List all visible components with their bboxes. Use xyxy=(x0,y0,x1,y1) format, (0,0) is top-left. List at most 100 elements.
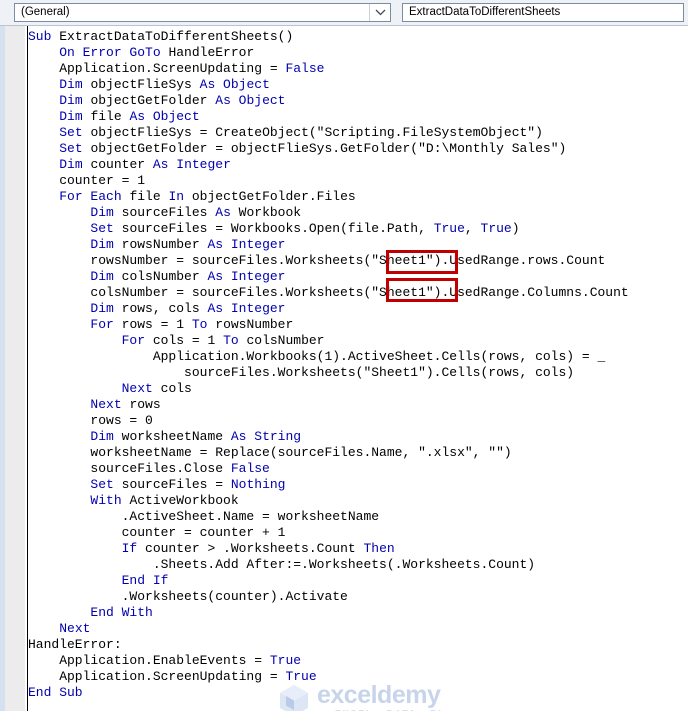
code-keyword: Then xyxy=(363,541,395,556)
code-line: Set sourceFiles = Workbooks.Open(file.Pa… xyxy=(28,221,688,237)
code-text: colsNumber xyxy=(121,269,208,284)
code-line: counter = counter + 1 xyxy=(28,525,688,541)
code-line: Sub ExtractDataToDifferentSheets() xyxy=(28,29,688,45)
code-text: Application.Workbooks(1).ActiveSheet.Cel… xyxy=(28,349,606,364)
code-text: colsNumber xyxy=(246,333,325,348)
code-text: rows xyxy=(129,397,161,412)
code-text: sourceFiles xyxy=(121,205,216,220)
code-keyword: Dim xyxy=(59,157,91,172)
code-keyword: Set xyxy=(90,477,122,492)
object-dropdown-value: (General) xyxy=(21,6,70,18)
code-keyword: As Object xyxy=(129,109,200,124)
code-line: Dim counter As Integer xyxy=(28,157,688,173)
code-text: Application.ScreenUpdating = xyxy=(28,669,286,684)
code-text: .Worksheets(counter).Activate xyxy=(28,589,348,604)
code-keyword: True xyxy=(269,653,302,668)
code-line: Dim sourceFiles As Workbook xyxy=(28,205,688,221)
code-text: counter > .Worksheets.Count xyxy=(145,541,364,556)
code-keyword: Next xyxy=(59,621,91,636)
code-text: HandleError: xyxy=(28,637,122,652)
code-keyword: End With xyxy=(90,605,153,620)
code-line: If counter > .Worksheets.Count Then xyxy=(28,541,688,557)
code-keyword: As xyxy=(215,205,239,220)
code-keyword: On Error GoTo xyxy=(59,45,169,60)
code-text: .Sheets.Add After:=.Worksheets(.Workshee… xyxy=(28,557,536,572)
code-keyword: False xyxy=(285,61,325,76)
code-keyword: Dim xyxy=(59,109,91,124)
code-text: counter = counter + 1 xyxy=(28,525,286,540)
code-line: sourceFiles.Worksheets("Sheet1").Cells(r… xyxy=(28,365,688,381)
code-line: Dim objectFlieSys As Object xyxy=(28,77,688,93)
code-text: file xyxy=(129,189,169,204)
code-line: Dim rowsNumber As Integer xyxy=(28,237,688,253)
code-line: .Sheets.Add After:=.Worksheets(.Workshee… xyxy=(28,557,688,573)
code-keyword: As Integer xyxy=(152,157,231,172)
code-text: file xyxy=(90,109,130,124)
code-line: .Worksheets(counter).Activate xyxy=(28,589,688,605)
procedure-dropdown-value: ExtractDataToDifferentSheets xyxy=(409,6,561,18)
code-line: End Sub xyxy=(28,685,688,701)
code-text: objectFlieSys = CreateObject("Scripting.… xyxy=(90,125,543,140)
code-line: Set sourceFiles = Nothing xyxy=(28,477,688,493)
code-line: For Each file In objectGetFolder.Files xyxy=(28,189,688,205)
code-keyword: True xyxy=(285,669,317,684)
code-line: counter = 1 xyxy=(28,173,688,189)
code-text-area[interactable]: Sub ExtractDataToDifferentSheets() On Er… xyxy=(28,29,688,712)
code-pane[interactable]: Sub ExtractDataToDifferentSheets() On Er… xyxy=(0,26,688,712)
code-line: worksheetName = Replace(sourceFiles.Name… xyxy=(28,445,688,461)
code-keyword: To xyxy=(191,317,216,332)
code-line: Next cols xyxy=(28,381,688,397)
code-line: With ActiveWorkbook xyxy=(28,493,688,509)
code-keyword: Dim xyxy=(90,205,122,220)
code-text: cols xyxy=(160,381,192,396)
code-keyword: As String xyxy=(230,429,302,444)
code-text: ExtractDataToDifferentSheets() xyxy=(59,29,294,44)
code-keyword: Dim xyxy=(90,269,122,284)
code-line: Dim file As Object xyxy=(28,109,688,125)
code-text: ActiveWorkbook xyxy=(129,493,239,508)
code-line: For rows = 1 To rowsNumber xyxy=(28,317,688,333)
code-keyword: True xyxy=(433,221,465,236)
code-keyword: Sub xyxy=(28,29,60,44)
code-keyword: As Integer xyxy=(207,301,286,316)
code-keyword: End If xyxy=(121,573,169,588)
code-line: colsNumber = sourceFiles.Worksheets("She… xyxy=(28,285,688,301)
code-keyword: As Object xyxy=(199,77,270,92)
margin-indicator-bar[interactable] xyxy=(5,26,26,712)
code-text: Workbook xyxy=(238,205,302,220)
code-text: sourceFiles.Worksheets("Sheet1").Cells(r… xyxy=(28,365,575,380)
code-line: On Error GoTo HandleError xyxy=(28,45,688,61)
code-line: Dim rows, cols As Integer xyxy=(28,301,688,317)
code-line: sourceFiles.Close False xyxy=(28,461,688,477)
code-line: Set objectFlieSys = CreateObject("Script… xyxy=(28,125,688,141)
code-text: sourceFiles.Close xyxy=(28,461,231,476)
code-text: rowsNumber = sourceFiles.Worksheets("She… xyxy=(28,253,606,268)
chevron-down-icon[interactable] xyxy=(369,4,390,21)
code-keyword: Set xyxy=(59,141,91,156)
code-text: rowsNumber xyxy=(215,317,294,332)
code-text: sourceFiles = Workbooks.Open(file.Path, xyxy=(121,221,434,236)
code-keyword: Next xyxy=(90,397,130,412)
procedure-dropdown[interactable]: ExtractDataToDifferentSheets xyxy=(402,3,684,22)
code-keyword: In xyxy=(168,189,192,204)
code-text: .ActiveSheet.Name = worksheetName xyxy=(28,509,380,524)
code-text: HandleError xyxy=(168,45,255,60)
code-line: For cols = 1 To colsNumber xyxy=(28,333,688,349)
code-line: rowsNumber = sourceFiles.Worksheets("She… xyxy=(28,253,688,269)
code-line: Application.ScreenUpdating = False xyxy=(28,61,688,77)
object-dropdown[interactable]: (General) xyxy=(14,3,391,22)
code-keyword: End Sub xyxy=(28,685,83,700)
code-line: HandleError: xyxy=(28,637,688,653)
vba-code-window: (General) ExtractDataToDifferentSheets S… xyxy=(0,0,688,712)
